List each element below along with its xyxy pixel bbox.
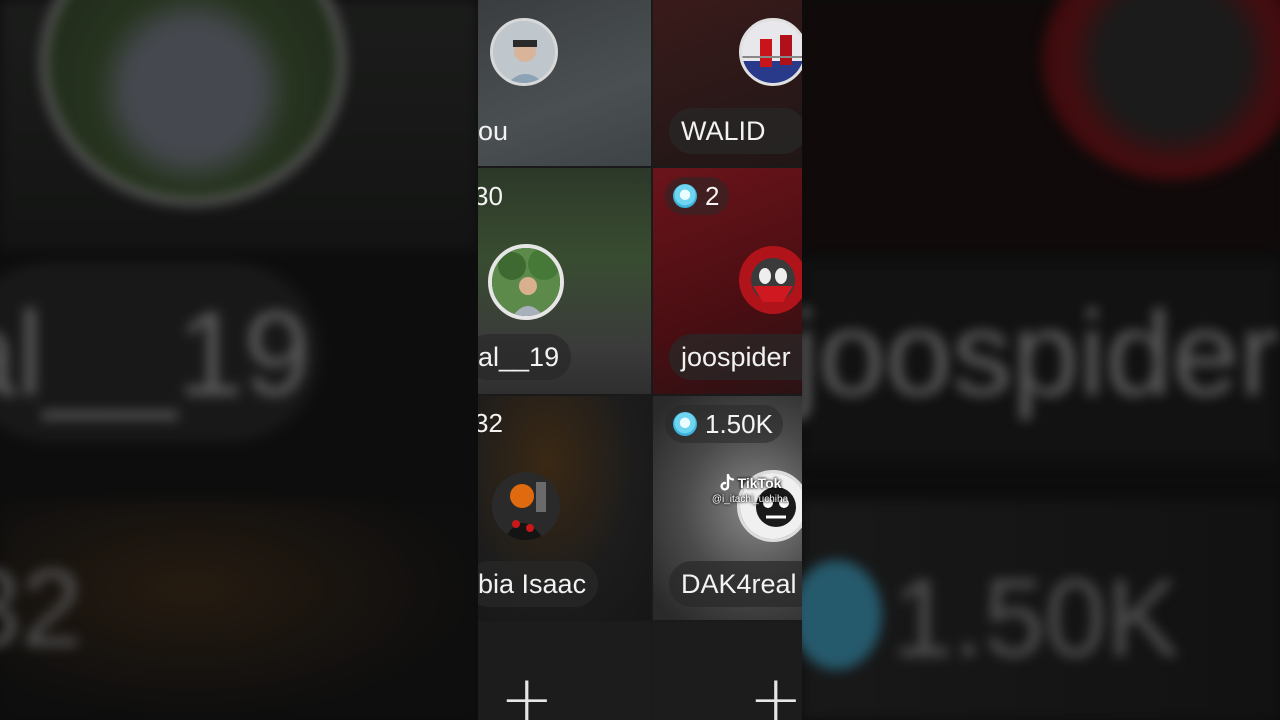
avatar	[739, 18, 802, 86]
tiktok-handle: @i_itachi_uchiha	[711, 494, 789, 505]
background-right: joospider 1.50K	[802, 0, 1280, 720]
avatar	[488, 244, 564, 320]
gift-count-value: 1.50K	[705, 409, 773, 439]
guest-tile-5[interactable]: 32 bia Isaac	[478, 396, 651, 620]
add-guest-slot-1[interactable]: +	[478, 622, 651, 720]
diamond-icon	[673, 412, 697, 436]
username: WALID	[681, 116, 766, 146]
guest-tile-2[interactable]: WALID	[653, 0, 802, 166]
avatar	[492, 472, 560, 540]
add-guest-slot-2[interactable]: +	[653, 622, 802, 720]
username-pill: bia Isaac	[478, 561, 599, 607]
guest-tile-4[interactable]: 2 joospider	[653, 168, 802, 394]
username-pill: al__19	[478, 334, 572, 380]
tiktok-brand: TikTok	[700, 474, 800, 492]
username: DAK4real	[681, 569, 797, 599]
username-pill: DAK4real	[669, 561, 802, 607]
background-left: al__19 32	[0, 0, 478, 720]
add-guest-button[interactable]: +	[749, 668, 802, 720]
guest-tile-3[interactable]: 30 al__19	[478, 168, 651, 394]
diamond-icon	[673, 184, 697, 208]
tiktok-logo-icon	[720, 474, 734, 491]
tiktok-watermark: TikTok @i_itachi_uchiha	[700, 474, 800, 505]
gift-count-value: 30	[478, 181, 503, 211]
phone-screen: ou WALID 30 al__19 2 joospider 32 bia Is…	[478, 0, 802, 720]
add-guest-button[interactable]: +	[500, 668, 554, 720]
gift-count-value: 32	[478, 408, 503, 438]
avatar	[490, 18, 558, 86]
guest-tile-6[interactable]: 1.50K DAK4real	[653, 396, 802, 620]
tiktok-brand-text: TikTok	[737, 475, 782, 491]
guest-tile-1[interactable]: ou	[478, 0, 651, 166]
username: joospider	[681, 342, 791, 372]
username-pill: joospider	[669, 334, 802, 380]
username-pill: WALID	[669, 108, 802, 154]
gift-count-value: 2	[705, 181, 720, 211]
username: ou	[478, 116, 509, 146]
avatar	[739, 246, 802, 314]
gift-count: 2	[665, 177, 730, 215]
username: al__19	[478, 342, 560, 372]
gift-count: 1.50K	[665, 405, 783, 443]
username: bia Isaac	[478, 569, 587, 599]
